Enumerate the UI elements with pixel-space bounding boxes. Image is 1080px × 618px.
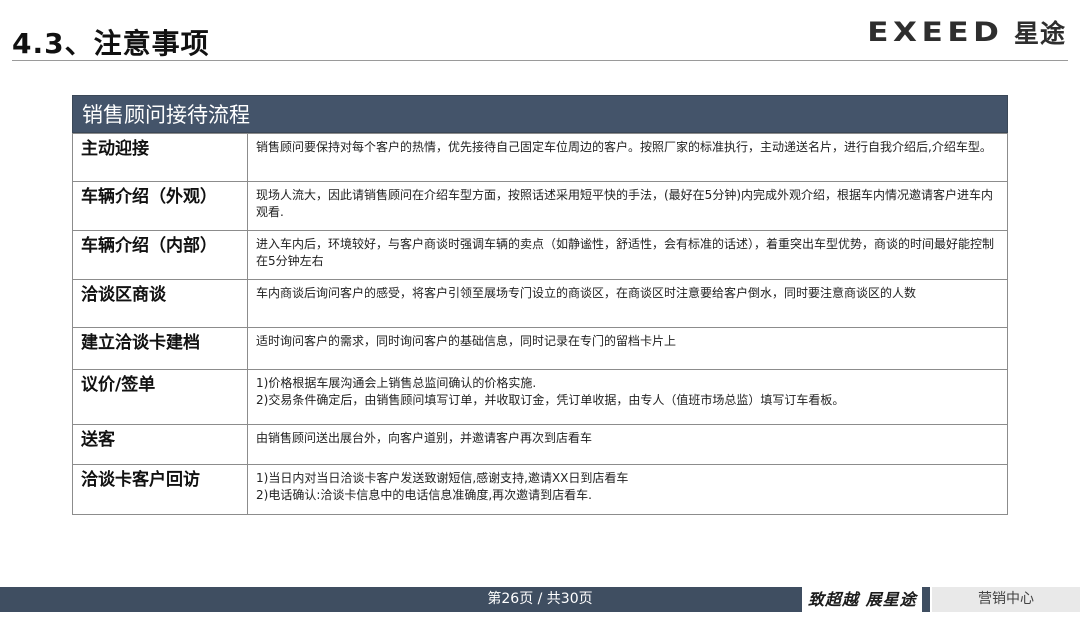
step-name: 建立洽谈卡建档: [72, 327, 248, 370]
step-description: 现场人流大，因此请销售顾问在介绍车型方面，按照话述采用短平快的手法，(最好在5分…: [247, 181, 1008, 231]
page-title: 4.3、注意事项: [12, 27, 210, 60]
department-label: 营销中心: [932, 587, 1080, 612]
table-row: 车辆介绍（外观） 现场人流大，因此请销售顾问在介绍车型方面，按照话述采用短平快的…: [72, 181, 1008, 231]
step-name: 车辆介绍（内部）: [72, 230, 248, 280]
step-name: 洽谈区商谈: [72, 279, 248, 328]
step-description: 销售顾问要保持对每个客户的热情，优先接待自己固定车位周边的客户。按照厂家的标准执…: [247, 133, 1008, 182]
step-description: 1)价格根据车展沟通会上销售总监间确认的价格实施. 2)交易条件确定后，由销售顾…: [247, 369, 1008, 425]
step-description: 由销售顾问送出展台外，向客户道别，并邀请客户再次到店看车: [247, 424, 1008, 465]
page-number: 第26页 / 共30页: [487, 591, 593, 607]
table-row: 送客 由销售顾问送出展台外，向客户道别，并邀请客户再次到店看车: [72, 424, 1008, 465]
table-row: 车辆介绍（内部） 进入车内后，环境较好，与客户商谈时强调车辆的卖点（如静谧性，舒…: [72, 230, 1008, 280]
step-name: 车辆介绍（外观）: [72, 181, 248, 231]
step-name: 议价/签单: [72, 369, 248, 425]
step-description: 进入车内后，环境较好，与客户商谈时强调车辆的卖点（如静谧性，舒适性，会有标准的话…: [247, 230, 1008, 280]
table-row: 主动迎接 销售顾问要保持对每个客户的热情，优先接待自己固定车位周边的客户。按照厂…: [72, 133, 1008, 182]
step-name: 洽谈卡客户回访: [72, 464, 248, 515]
table-row: 建立洽谈卡建档 适时询问客户的需求，同时询问客户的基础信息，同时记录在专门的留档…: [72, 327, 1008, 370]
table-row: 洽谈区商谈 车内商谈后询问客户的感受，将客户引领至展场专门设立的商谈区，在商谈区…: [72, 279, 1008, 328]
table-title: 销售顾问接待流程: [72, 95, 1008, 133]
slogan-text: 致超越 展星途: [808, 590, 917, 609]
step-description: 1)当日内对当日洽谈卡客户发送致谢短信,感谢支持,邀请XX日到店看车 2)电话确…: [247, 464, 1008, 515]
reception-process-table: 销售顾问接待流程 主动迎接 销售顾问要保持对每个客户的热情，优先接待自己固定车位…: [72, 95, 1008, 515]
step-name: 送客: [72, 424, 248, 465]
process-table-body: 主动迎接 销售顾问要保持对每个客户的热情，优先接待自己固定车位周边的客户。按照厂…: [72, 133, 1008, 515]
brand-logo-text: EXEED: [867, 16, 1004, 48]
table-row: 洽谈卡客户回访 1)当日内对当日洽谈卡客户发送致谢短信,感谢支持,邀请XX日到店…: [72, 464, 1008, 515]
step-description: 车内商谈后询问客户的感受，将客户引领至展场专门设立的商谈区，在商谈区时注意要给客…: [247, 279, 1008, 328]
header-divider: [12, 60, 1068, 61]
footer-separator: [922, 587, 930, 612]
step-name: 主动迎接: [72, 133, 248, 182]
brand-logo: EXEED 星途: [868, 16, 1066, 49]
table-row: 议价/签单 1)价格根据车展沟通会上销售总监间确认的价格实施. 2)交易条件确定…: [72, 369, 1008, 425]
brand-cn-text: 星途: [1013, 19, 1066, 48]
step-description: 适时询问客户的需求，同时询问客户的基础信息，同时记录在专门的留档卡片上: [247, 327, 1008, 370]
